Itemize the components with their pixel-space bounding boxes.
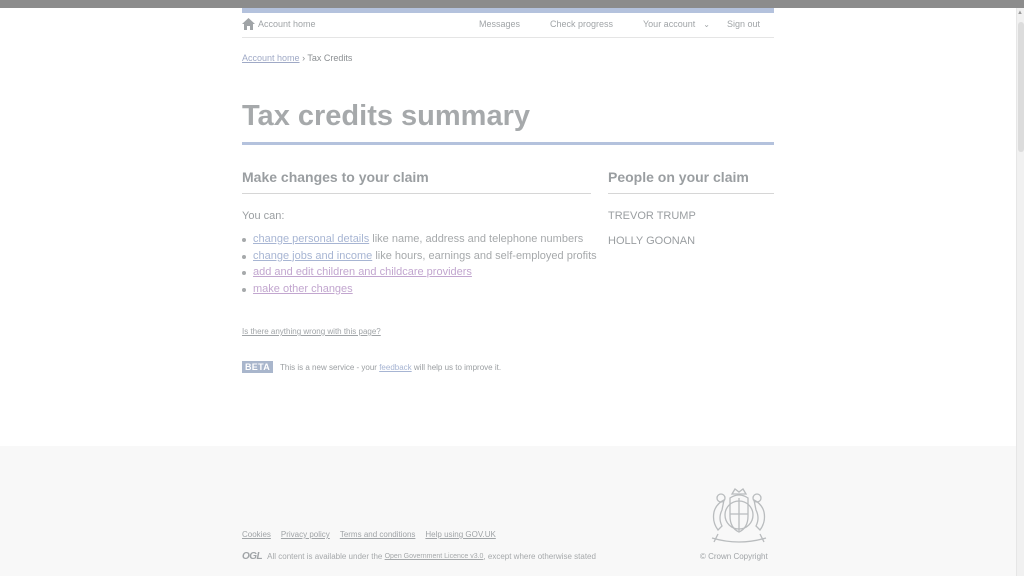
list-item: change jobs and income like hours, earni… <box>242 249 597 266</box>
add-edit-children-link[interactable]: add and edit children and childcare prov… <box>253 266 472 278</box>
report-problem-link[interactable]: Is there anything wrong with this page? <box>242 327 381 336</box>
nav-account-home[interactable]: Account home <box>242 18 316 30</box>
scroll-up-arrow-icon[interactable]: ▲ <box>1017 10 1023 16</box>
list-item-description: like name, address and telephone numbers <box>372 233 584 245</box>
licence-statement: OGL All content is available under the O… <box>242 551 596 562</box>
footer-links: Cookies Privacy policy Terms and conditi… <box>242 530 506 539</box>
person-name: HOLLY GOONAN <box>608 235 696 247</box>
nav-account-home-label: Account home <box>258 19 316 29</box>
chevron-down-icon: ⌄ <box>703 20 710 29</box>
browser-top-bar <box>0 0 1024 8</box>
people-divider <box>608 193 774 194</box>
people-heading: People on your claim <box>608 169 749 185</box>
footer-link-privacy[interactable]: Privacy policy <box>281 530 330 539</box>
licence-text-after: , except where otherwise stated <box>483 552 596 561</box>
ogl-logo: OGL <box>242 551 263 562</box>
breadcrumb: Account home › Tax Credits <box>242 53 352 63</box>
footer-link-help[interactable]: Help using GOV.UK <box>425 530 495 539</box>
footer-link-cookies[interactable]: Cookies <box>242 530 271 539</box>
list-item-description: like hours, earnings and self-employed p… <box>375 249 597 262</box>
footer-link-terms[interactable]: Terms and conditions <box>340 530 416 539</box>
change-personal-details-link[interactable]: change personal details <box>253 233 369 245</box>
breadcrumb-current: Tax Credits <box>307 53 353 63</box>
nav-sign-out[interactable]: Sign out <box>727 19 760 29</box>
make-changes-divider <box>242 193 591 194</box>
nav-check-progress[interactable]: Check progress <box>550 19 613 29</box>
changes-list: change personal details like name, addre… <box>242 232 597 298</box>
home-icon <box>242 18 255 30</box>
person-name: TREVOR TRUMP <box>608 210 696 222</box>
beta-banner: BETA This is a new service - your feedba… <box>242 361 501 373</box>
account-nav: Account home Messages Check progress You… <box>242 13 774 38</box>
licence-text-before: All content is available under the <box>267 552 383 561</box>
nav-your-account-label: Your account <box>643 19 696 29</box>
vertical-scrollbar[interactable]: ▲ <box>1016 8 1024 576</box>
feedback-link[interactable]: feedback <box>379 363 411 372</box>
page-title: Tax credits summary <box>242 100 530 132</box>
make-other-changes-link[interactable]: make other changes <box>253 283 353 295</box>
nav-messages[interactable]: Messages <box>479 19 520 29</box>
beta-text-after: will help us to improve it. <box>413 362 502 372</box>
list-item: make other changes <box>242 282 597 299</box>
beta-text-before: This is a new service - your <box>280 362 377 372</box>
you-can-intro: You can: <box>242 210 285 222</box>
list-item: add and edit children and childcare prov… <box>242 265 597 282</box>
list-item: change personal details like name, addre… <box>242 232 597 249</box>
breadcrumb-separator: › <box>302 53 306 63</box>
change-jobs-income-link[interactable]: change jobs and income <box>253 250 372 262</box>
scroll-thumb[interactable] <box>1018 22 1024 152</box>
crown-copyright-link[interactable]: © Crown Copyright <box>700 552 768 561</box>
open-government-licence-link[interactable]: Open Government Licence v3.0 <box>385 553 484 560</box>
breadcrumb-account-home[interactable]: Account home <box>242 53 300 63</box>
footer: Cookies Privacy policy Terms and conditi… <box>0 446 1016 576</box>
nav-your-account[interactable]: Your account ⌄ <box>643 19 710 29</box>
beta-tag: BETA <box>242 361 274 373</box>
royal-coat-of-arms-icon <box>711 488 767 543</box>
title-divider <box>242 142 774 145</box>
make-changes-heading: Make changes to your claim <box>242 169 429 185</box>
